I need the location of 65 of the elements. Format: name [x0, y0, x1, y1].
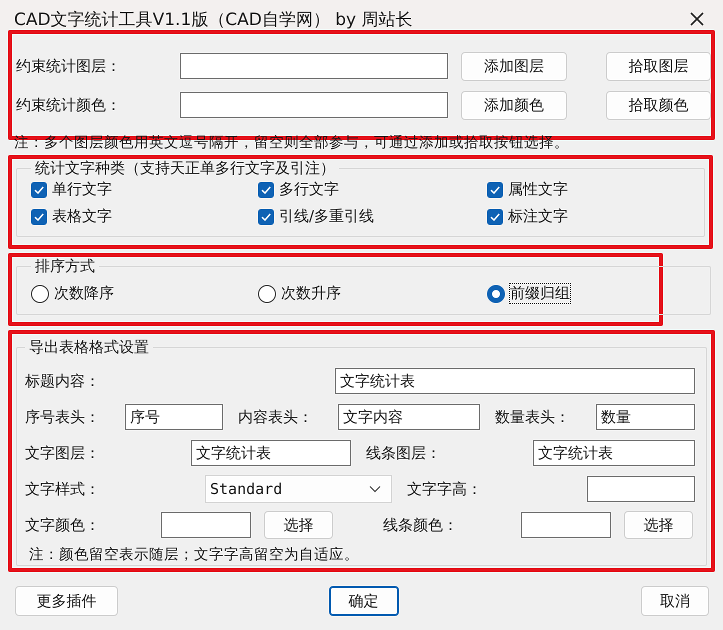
checkbox[interactable]	[487, 182, 503, 198]
checkbox-label: 标注文字	[508, 207, 568, 226]
close-icon	[689, 11, 705, 27]
field-label: 文字字高：	[406, 480, 483, 498]
checkbox[interactable]	[258, 182, 274, 198]
checkbox[interactable]	[258, 208, 274, 224]
checkbox[interactable]	[487, 208, 503, 224]
input-field[interactable]	[521, 512, 611, 538]
group-title: 导出表格格式设置	[28, 338, 150, 357]
checkbox-label: 表格文字	[52, 207, 112, 226]
check-icon	[33, 210, 45, 222]
input-field[interactable]	[180, 53, 448, 79]
field-label: 文字颜色：	[25, 516, 101, 534]
style-dropdown[interactable]: Standard	[205, 475, 392, 503]
select-button[interactable]: 选择	[624, 511, 693, 539]
field-label: 文字样式：	[25, 480, 101, 498]
action-button[interactable]: 添加颜色	[461, 90, 567, 120]
input-field[interactable]: 数量	[596, 404, 695, 430]
checkbox-label: 单行文字	[52, 180, 112, 199]
chevron-down-icon	[369, 485, 381, 493]
note-text: 注：多个图层颜色用英文逗号隔开，留空则全部参与，可通过添加或拾取按钮选择。	[13, 134, 570, 153]
input-field[interactable]	[180, 92, 448, 118]
check-icon	[260, 184, 272, 196]
input-field[interactable]: 文字统计表	[533, 440, 695, 466]
checkbox-label: 属性文字	[508, 180, 568, 199]
input-field[interactable]	[161, 512, 251, 538]
check-icon	[489, 184, 501, 196]
check-icon	[33, 184, 45, 196]
radio-label: 次数升序	[281, 284, 341, 303]
checkbox[interactable]	[31, 182, 47, 198]
field-label: 序号表头：	[25, 408, 101, 426]
checkbox-label: 多行文字	[279, 180, 339, 199]
window-title: CAD文字统计工具V1.1版（CAD自学网） by 周站长	[14, 8, 413, 30]
action-button[interactable]: 添加图层	[461, 52, 567, 80]
group-title: 统计文字种类（支持天正单多行文字及引注）	[34, 159, 336, 178]
action-button[interactable]: 拾取图层	[606, 52, 711, 80]
radio-button[interactable]	[31, 284, 49, 302]
field-label: 数量表头：	[494, 408, 571, 426]
action-button[interactable]: 拾取颜色	[606, 90, 711, 120]
field-label: 约束统计颜色：	[16, 96, 122, 114]
select-button[interactable]: 选择	[264, 511, 333, 539]
field-label: 内容表头：	[237, 408, 314, 426]
field-label: 线条图层：	[365, 444, 442, 462]
radio-button[interactable]	[258, 284, 276, 302]
radio-button[interactable]	[487, 284, 505, 302]
note-text: 注：颜色留空表示随层；文字字高留空为自适应。	[28, 546, 360, 564]
input-field[interactable]: 序号	[125, 404, 223, 430]
dialog-button[interactable]: 取消	[641, 586, 709, 616]
check-icon	[260, 210, 272, 222]
field-label: 约束统计图层：	[16, 56, 122, 76]
input-field[interactable]: 文字统计表	[335, 368, 695, 394]
dialog-button[interactable]: 确定	[328, 586, 398, 616]
radio-label: 次数降序	[54, 284, 114, 303]
dialog-button[interactable]: 更多插件	[15, 586, 118, 616]
group-title: 排序方式	[34, 257, 96, 276]
field-label: 文字图层：	[25, 444, 101, 462]
input-field[interactable]	[587, 476, 695, 502]
field-label: 线条颜色：	[382, 516, 459, 534]
field-label: 标题内容：	[25, 372, 101, 390]
check-icon	[489, 210, 501, 222]
checkbox-label: 引线/多重引线	[279, 207, 374, 226]
checkbox[interactable]	[31, 208, 47, 224]
radio-label: 前缀归组	[510, 284, 570, 303]
input-field[interactable]: 文字统计表	[191, 440, 351, 466]
input-field[interactable]: 文字内容	[338, 404, 480, 430]
